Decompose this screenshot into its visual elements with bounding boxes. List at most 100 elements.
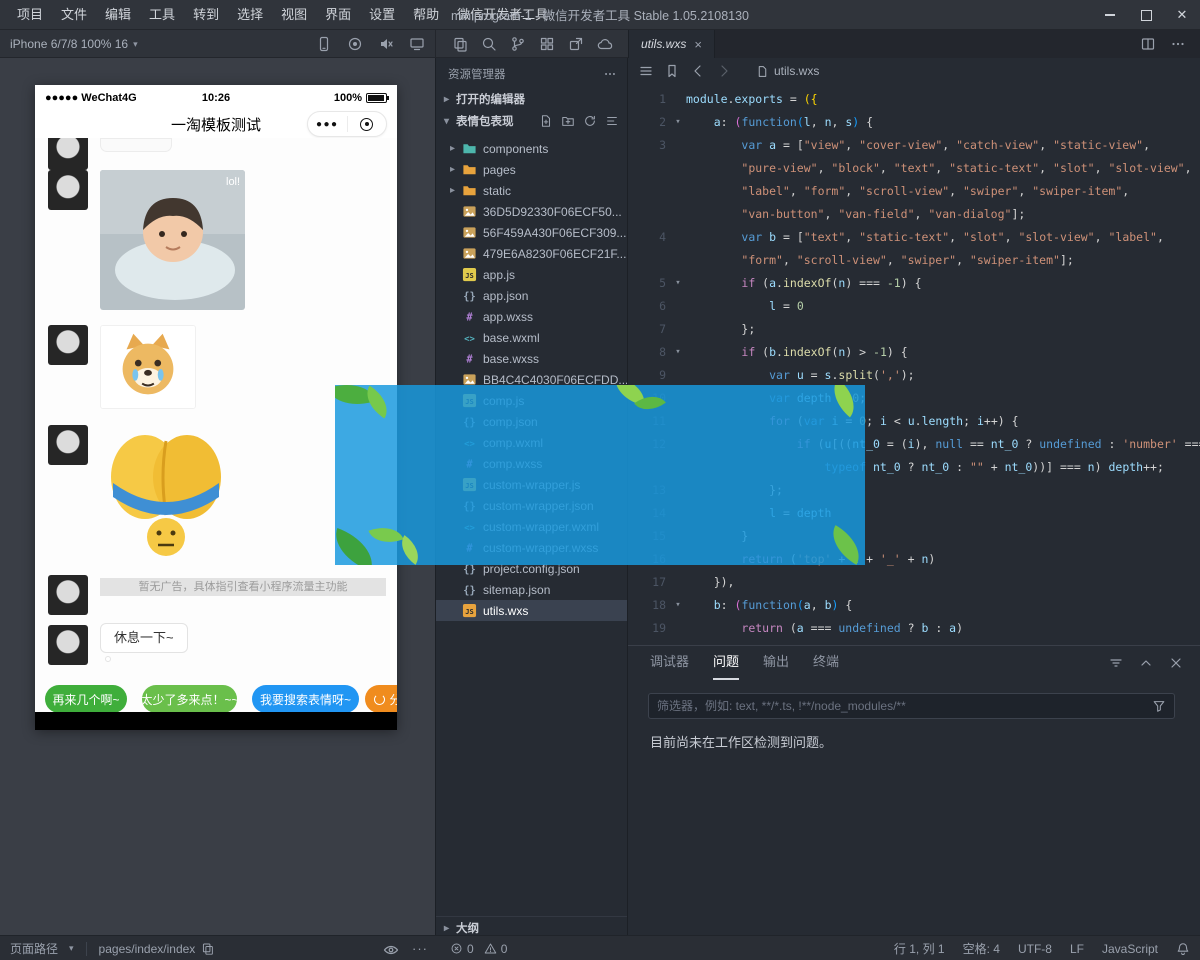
tree-item-static[interactable]: ▸static — [436, 180, 627, 201]
project-section[interactable]: ▾ 表情包表现 — [436, 110, 627, 132]
code-line[interactable]: "form", "scroll-view", "swiper", "swiper… — [628, 249, 1200, 272]
panel-tab-输出[interactable]: 输出 — [763, 646, 789, 680]
code-line[interactable]: 9 var u = s.split(','); — [628, 364, 1200, 387]
panel-tab-终端[interactable]: 终端 — [813, 646, 839, 680]
panel-tab-问题[interactable]: 问题 — [713, 646, 739, 680]
open-editors-section[interactable]: ▸ 打开的编辑器 — [436, 88, 627, 110]
menu-6[interactable]: 视图 — [272, 0, 316, 30]
collapse-icon[interactable] — [605, 114, 619, 128]
forward-icon[interactable] — [716, 63, 732, 79]
copy-icon[interactable] — [201, 942, 214, 955]
more-menu-button[interactable]: ●●● — [308, 119, 347, 130]
phone-icon[interactable] — [316, 36, 332, 52]
code-line[interactable]: 7 }; — [628, 318, 1200, 341]
split-icon[interactable] — [1140, 36, 1156, 52]
filter-input[interactable] — [657, 699, 1152, 713]
code-line[interactable]: "pure-view", "block", "text", "static-te… — [628, 157, 1200, 180]
mute-icon[interactable] — [378, 36, 394, 52]
maximize-button[interactable] — [1128, 0, 1164, 30]
menu-5[interactable]: 选择 — [228, 0, 272, 30]
fold-icon[interactable]: ▾ — [670, 111, 686, 134]
align-icon[interactable] — [1108, 655, 1124, 671]
more-icon[interactable] — [603, 67, 617, 81]
status-item-1[interactable]: 空格: 4 — [963, 940, 1000, 957]
panel-tab-调试器[interactable]: 调试器 — [650, 646, 689, 680]
outline-icon[interactable] — [638, 63, 654, 79]
menu-10[interactable]: 微信开发者工具 — [448, 0, 557, 30]
search-icon[interactable] — [481, 36, 497, 52]
breadcrumb-file[interactable]: utils.wxs — [774, 64, 819, 78]
refresh-icon[interactable] — [583, 114, 597, 128]
tree-item-36D5D92330F06ECF50...[interactable]: 36D5D92330F06ECF50... — [436, 201, 627, 222]
detach-icon[interactable] — [568, 36, 584, 52]
code-line[interactable]: 2▾ a: (function(l, n, s) { — [628, 111, 1200, 134]
cloud-icon[interactable] — [597, 36, 613, 52]
fold-icon[interactable]: ▾ — [670, 594, 686, 617]
sim-button-0[interactable]: 再来几个啊~ — [45, 685, 127, 712]
menu-2[interactable]: 编辑 — [96, 0, 140, 30]
code-line[interactable]: 5▾ if (a.indexOf(n) === -1) { — [628, 272, 1200, 295]
copy-icon[interactable] — [452, 36, 468, 52]
bookmark-icon[interactable] — [664, 63, 680, 79]
tree-item-479E6A8230F06ECF21F...[interactable]: 479E6A8230F06ECF21F... — [436, 243, 627, 264]
more-icon[interactable]: ··· — [412, 941, 428, 956]
menu-9[interactable]: 帮助 — [404, 0, 448, 30]
tree-item-app.js[interactable]: JSapp.js — [436, 264, 627, 285]
menu-3[interactable]: 工具 — [140, 0, 184, 30]
tree-item-base.wxss[interactable]: #base.wxss — [436, 348, 627, 369]
tree-item-pages[interactable]: ▸pages — [436, 159, 627, 180]
new-file-icon[interactable] — [539, 114, 553, 128]
code-line[interactable]: 8▾ if (b.indexOf(n) > -1) { — [628, 341, 1200, 364]
menu-7[interactable]: 界面 — [316, 0, 360, 30]
sim-button-2[interactable]: 我要搜索表情呀~ — [252, 685, 359, 712]
tree-item-utils.wxs[interactable]: JSutils.wxs — [436, 600, 627, 621]
code-line[interactable]: "van-button", "van-field", "van-dialog"]… — [628, 203, 1200, 226]
dog-emoji-image[interactable] — [100, 325, 196, 409]
device-selector[interactable]: iPhone 6/7/8 100% 16 — [10, 37, 128, 51]
status-item-4[interactable]: JavaScript — [1102, 942, 1158, 956]
sim-button-3[interactable]: 分 — [365, 685, 397, 712]
page-path-value[interactable]: pages/index/index — [99, 942, 196, 956]
code-line[interactable]: 17 }), — [628, 571, 1200, 594]
bell-icon[interactable] — [1176, 942, 1190, 956]
menu-8[interactable]: 设置 — [360, 0, 404, 30]
menu-1[interactable]: 文件 — [52, 0, 96, 30]
menu-4[interactable]: 转到 — [184, 0, 228, 30]
fold-icon[interactable]: ▾ — [670, 272, 686, 295]
code-line[interactable]: 19 return (a === undefined ? b : a) — [628, 617, 1200, 640]
minimize-button[interactable] — [1092, 0, 1128, 30]
code-line[interactable]: 18▾ b: (function(a, b) { — [628, 594, 1200, 617]
tree-item-56F459A430F06ECF309...[interactable]: 56F459A430F06ECF309... — [436, 222, 627, 243]
page-path-label[interactable]: 页面路径 — [10, 940, 58, 957]
record-icon[interactable] — [347, 36, 363, 52]
code-line[interactable]: 4 var b = ["text", "static-text", "slot"… — [628, 226, 1200, 249]
eye-icon[interactable] — [383, 942, 399, 958]
status-item-0[interactable]: 行 1, 列 1 — [894, 940, 945, 957]
sim-button-1[interactable]: 太少了多来点！~~ — [142, 685, 237, 712]
new-folder-icon[interactable] — [561, 114, 575, 128]
status-item-2[interactable]: UTF-8 — [1018, 942, 1052, 956]
tab-utils-wxs[interactable]: utils.wxs × — [629, 30, 715, 58]
close-window-button[interactable]: ✕ — [1164, 0, 1200, 30]
grid-icon[interactable] — [539, 36, 555, 52]
butt-emoji-image[interactable] — [100, 425, 232, 561]
git-branch-icon[interactable] — [510, 36, 526, 52]
code-line[interactable]: "label", "form", "scroll-view", "swiper"… — [628, 180, 1200, 203]
fold-icon[interactable]: ▾ — [670, 341, 686, 364]
status-item-3[interactable]: LF — [1070, 942, 1084, 956]
tree-item-components[interactable]: ▸components — [436, 138, 627, 159]
chevron-up-icon[interactable] — [1138, 655, 1154, 671]
code-line[interactable]: 1module.exports = ({ — [628, 88, 1200, 111]
tree-item-sitemap.json[interactable]: {}sitemap.json — [436, 579, 627, 600]
baby-photo-image[interactable]: lol! — [100, 170, 245, 310]
funnel-icon[interactable] — [1152, 699, 1166, 713]
menu-0[interactable]: 项目 — [8, 0, 52, 30]
tree-item-app.wxss[interactable]: #app.wxss — [436, 306, 627, 327]
tree-item-app.json[interactable]: {}app.json — [436, 285, 627, 306]
tree-item-base.wxml[interactable]: <>base.wxml — [436, 327, 627, 348]
code-line[interactable]: 3 var a = ["view", "cover-view", "catch-… — [628, 134, 1200, 157]
back-icon[interactable] — [690, 63, 706, 79]
problems-counts[interactable]: 0 0 — [450, 936, 507, 960]
more-icon[interactable] — [1170, 36, 1186, 52]
close-miniprogram-button[interactable] — [348, 118, 387, 131]
